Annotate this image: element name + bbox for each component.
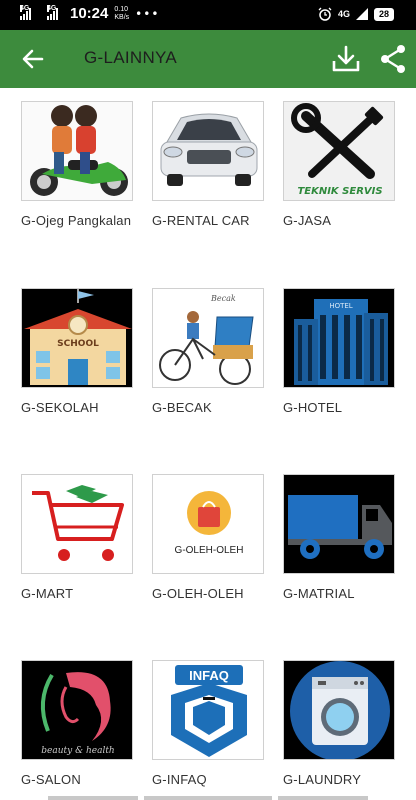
hotel-icon: HOTEL xyxy=(283,288,395,388)
tile-g-hotel[interactable]: HOTEL G-HOTEL xyxy=(283,288,395,418)
tools-icon: TEKNIK SERVIS xyxy=(283,101,395,201)
signal-icon: 4G xyxy=(47,4,58,20)
truck-icon xyxy=(283,474,395,574)
page-title: G-LAINNYA xyxy=(84,48,178,67)
status-bar: 4G 4G 10:24 0.10 KB/s ••• 4G 28 xyxy=(0,0,416,30)
tile-label: G-SALON xyxy=(21,772,81,787)
alarm-icon xyxy=(318,7,332,21)
clock: 10:24 xyxy=(70,5,109,22)
svg-text:Becak: Becak xyxy=(210,294,236,303)
gift-bag-icon: G-OLEH-OLEH xyxy=(152,474,264,574)
washing-machine-icon xyxy=(283,660,395,760)
svg-text:INFAQ: INFAQ xyxy=(189,668,229,683)
scroll-divider xyxy=(144,796,272,800)
tile-label: G-SEKOLAH xyxy=(21,400,99,415)
signal-icon: 4G xyxy=(20,4,31,20)
school-icon: SCHOOL xyxy=(21,288,133,388)
arrow-back-icon[interactable] xyxy=(20,46,46,72)
tile-label: G-JASA xyxy=(283,213,332,228)
tile-g-ojeg[interactable]: G-Ojeg Pangkalan xyxy=(21,101,133,231)
tile-label: G-RENTAL CAR xyxy=(152,213,250,228)
tile-label: G-OLEH-OLEH xyxy=(152,586,244,601)
battery-icon: 28 xyxy=(373,7,394,21)
tile-label: G-BECAK xyxy=(152,400,212,415)
tile-label: G-LAUNDRY xyxy=(283,772,362,787)
network-type: 4G xyxy=(337,9,350,19)
scroll-divider xyxy=(278,796,368,800)
tile-g-rental-car[interactable]: G-RENTAL CAR xyxy=(152,101,264,231)
tile-g-laundry[interactable]: G-LAUNDRY xyxy=(283,660,395,790)
infaq-box-icon: INFAQ xyxy=(152,660,264,760)
svg-text:beauty & health: beauty & health xyxy=(41,746,114,756)
more-notifications-icon: ••• xyxy=(135,6,160,21)
app-bar: G-LAINNYA xyxy=(0,30,416,88)
tile-label: G-INFAQ xyxy=(152,772,207,787)
menu-grid: G-Ojeg Pangkalan G-RENTAL CAR TEKNIK SER… xyxy=(0,88,416,800)
tile-g-mart[interactable]: G-MART xyxy=(21,474,133,604)
svg-text:TEKNIK SERVIS: TEKNIK SERVIS xyxy=(297,186,382,197)
tile-label: G-MATRIAL xyxy=(283,586,355,601)
tile-label: G-Ojeg Pangkalan xyxy=(21,213,132,228)
salon-icon: beauty & health xyxy=(21,660,133,760)
signal-icon xyxy=(355,8,368,20)
tile-g-becak[interactable]: Becak G-BECAK xyxy=(152,288,264,418)
tile-g-sekolah[interactable]: SCHOOL G-SEKOLAH xyxy=(21,288,133,418)
scroll-divider xyxy=(48,796,138,800)
motorcycle-icon xyxy=(21,101,133,201)
tile-label: G-MART xyxy=(21,586,74,601)
network-speed: 0.10 KB/s xyxy=(114,5,130,21)
tile-g-jasa[interactable]: TEKNIK SERVIS G-JASA xyxy=(283,101,395,231)
share-icon[interactable] xyxy=(377,43,409,75)
download-icon[interactable] xyxy=(330,43,362,75)
tile-label: G-HOTEL xyxy=(283,400,343,415)
cart-icon xyxy=(21,474,133,574)
car-icon xyxy=(152,101,264,201)
tile-g-salon[interactable]: beauty & health G-SALON xyxy=(21,660,133,790)
tile-g-oleh-oleh[interactable]: G-OLEH-OLEH G-OLEH-OLEH xyxy=(152,474,264,604)
svg-text:G-OLEH-OLEH: G-OLEH-OLEH xyxy=(175,545,244,556)
pedicab-icon: Becak xyxy=(152,288,264,388)
svg-text:SCHOOL: SCHOOL xyxy=(57,339,99,349)
tile-g-matrial[interactable]: G-MATRIAL xyxy=(283,474,395,604)
tile-g-infaq[interactable]: INFAQ G-INFAQ xyxy=(152,660,264,790)
svg-text:HOTEL: HOTEL xyxy=(329,302,352,310)
